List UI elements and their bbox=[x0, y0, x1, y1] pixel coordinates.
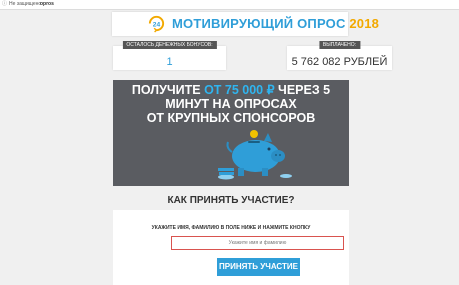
form-instruction: УКАЖИТЕ ИМЯ, ФАМИЛИЮ В ПОЛЕ НИЖЕ И НАЖМИ… bbox=[151, 225, 311, 231]
hero-prefix: ПОЛУЧИТЕ bbox=[131, 83, 205, 97]
paid-out-value: 5 762 082 РУБЛЕЙ bbox=[291, 56, 388, 68]
title-year: 2018 bbox=[349, 16, 380, 31]
piggy-bank-icon bbox=[218, 130, 292, 180]
page-title: МОТИВИРУЮЩИЙ ОПРОС 2018 bbox=[172, 14, 379, 34]
participate-button[interactable]: ПРИНЯТЬ УЧАСТИЕ bbox=[217, 258, 300, 276]
bonuses-left-card: ОСТАЛОСЬ ДЕНЕЖНЫХ БОНУСОВ: 1 bbox=[113, 41, 226, 70]
title-main: МОТИВИРУЮЩИЙ ОПРОС bbox=[172, 16, 350, 31]
participation-question: КАК ПРИНЯТЬ УЧАСТИЕ? bbox=[167, 195, 295, 206]
hero-line-2: ОТ КРУПНЫХ СПОНСОРОВ bbox=[146, 111, 316, 125]
hero-amount: ОТ 75 000 ₽ bbox=[204, 83, 275, 97]
hero-headline: ПОЛУЧИТЕ ОТ 75 000 ₽ ЧЕРЕЗ 5 МИНУТ НА ОП… bbox=[113, 83, 349, 125]
info-icon[interactable]: ⓘ bbox=[2, 0, 7, 9]
bonuses-left-label: ОСТАЛОСЬ ДЕНЕЖНЫХ БОНУСОВ: bbox=[122, 41, 217, 49]
paid-out-card: ВЫПЛАЧЕНО: 5 762 082 РУБЛЕЙ bbox=[287, 41, 392, 70]
browser-address-bar[interactable]: ⓘ Не защищено opros bbox=[0, 0, 459, 10]
paid-out-label: ВЫПЛАЧЕНО: bbox=[318, 41, 361, 49]
clock-24-icon: 24 bbox=[148, 15, 165, 33]
logo-number: 24 bbox=[153, 21, 161, 28]
hero-line-1: ПОЛУЧИТЕ ОТ 75 000 ₽ ЧЕРЕЗ 5 МИНУТ НА ОП… bbox=[113, 83, 349, 111]
url-path[interactable]: opros bbox=[40, 0, 54, 9]
bonuses-left-value: 1 bbox=[166, 56, 173, 68]
security-label: Не защищено bbox=[9, 1, 42, 7]
name-input[interactable] bbox=[171, 236, 344, 250]
